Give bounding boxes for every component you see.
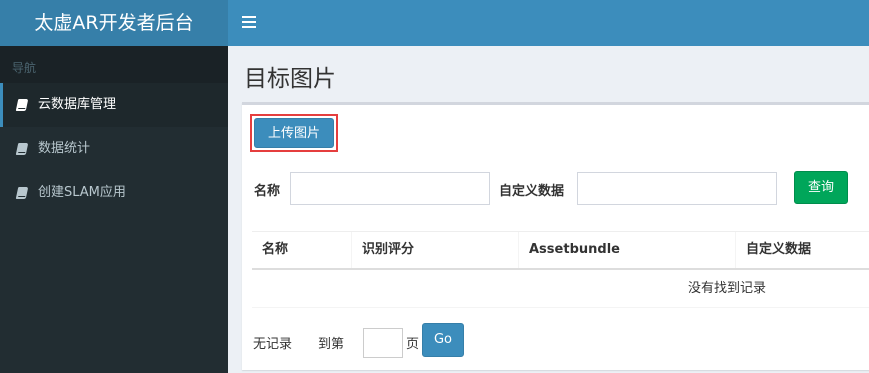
app-logo[interactable]: 太虚AR开发者后台 xyxy=(0,0,228,46)
sidebar-item-label: 数据统计 xyxy=(38,141,91,156)
sidebar-header: 导航 xyxy=(0,46,228,83)
sidebar-item-statistics[interactable]: 数据统计 xyxy=(0,127,228,171)
custom-data-input[interactable] xyxy=(577,172,777,205)
top-navbar xyxy=(228,0,869,46)
hamburger-icon[interactable] xyxy=(242,14,256,30)
upload-image-button[interactable]: 上传图片 xyxy=(254,118,334,148)
empty-message: 没有找到记录 xyxy=(688,281,767,296)
column-header-assetbundle[interactable]: Assetbundle xyxy=(519,232,736,268)
image-table: 名称 识别评分 Assetbundle 自定义数据 没有找到记录 xyxy=(252,231,869,308)
book-icon xyxy=(15,99,29,111)
go-button[interactable]: Go xyxy=(422,323,464,357)
book-icon xyxy=(15,143,29,155)
sidebar-item-cloud-db[interactable]: 云数据库管理 xyxy=(0,83,228,127)
book-icon xyxy=(15,187,29,199)
sidebar-item-label: 创建SLAM应用 xyxy=(38,185,126,200)
column-header-score[interactable]: 识别评分 xyxy=(352,232,519,268)
custom-data-label: 自定义数据 xyxy=(499,184,565,199)
query-button[interactable]: 查询 xyxy=(794,171,848,204)
name-input[interactable] xyxy=(290,172,490,205)
name-label: 名称 xyxy=(254,184,281,199)
table-header: 名称 识别评分 Assetbundle 自定义数据 xyxy=(252,232,869,270)
content-box: 上传图片 名称 自定义数据 查询 名称 识别评分 Assetbundle 自定义… xyxy=(242,102,869,370)
sidebar-item-slam[interactable]: 创建SLAM应用 xyxy=(0,171,228,215)
page-title: 目标图片 xyxy=(244,66,336,92)
sidebar-item-label: 云数据库管理 xyxy=(38,97,117,112)
goto-suffix: 页 xyxy=(406,337,420,352)
main-content: 目标图片 上传图片 名称 自定义数据 查询 名称 识别评分 Assetbundl… xyxy=(228,46,869,373)
upload-highlight: 上传图片 xyxy=(250,114,338,152)
no-records-text: 无记录 xyxy=(253,337,293,352)
column-header-name[interactable]: 名称 xyxy=(252,232,352,268)
sidebar: 导航 云数据库管理 数据统计 创建SLAM应用 xyxy=(0,46,228,373)
goto-prefix: 到第 xyxy=(318,337,345,352)
column-header-custom-data[interactable]: 自定义数据 xyxy=(736,232,869,268)
page-number-input[interactable] xyxy=(363,328,403,358)
table-empty-row: 没有找到记录 xyxy=(252,270,869,308)
